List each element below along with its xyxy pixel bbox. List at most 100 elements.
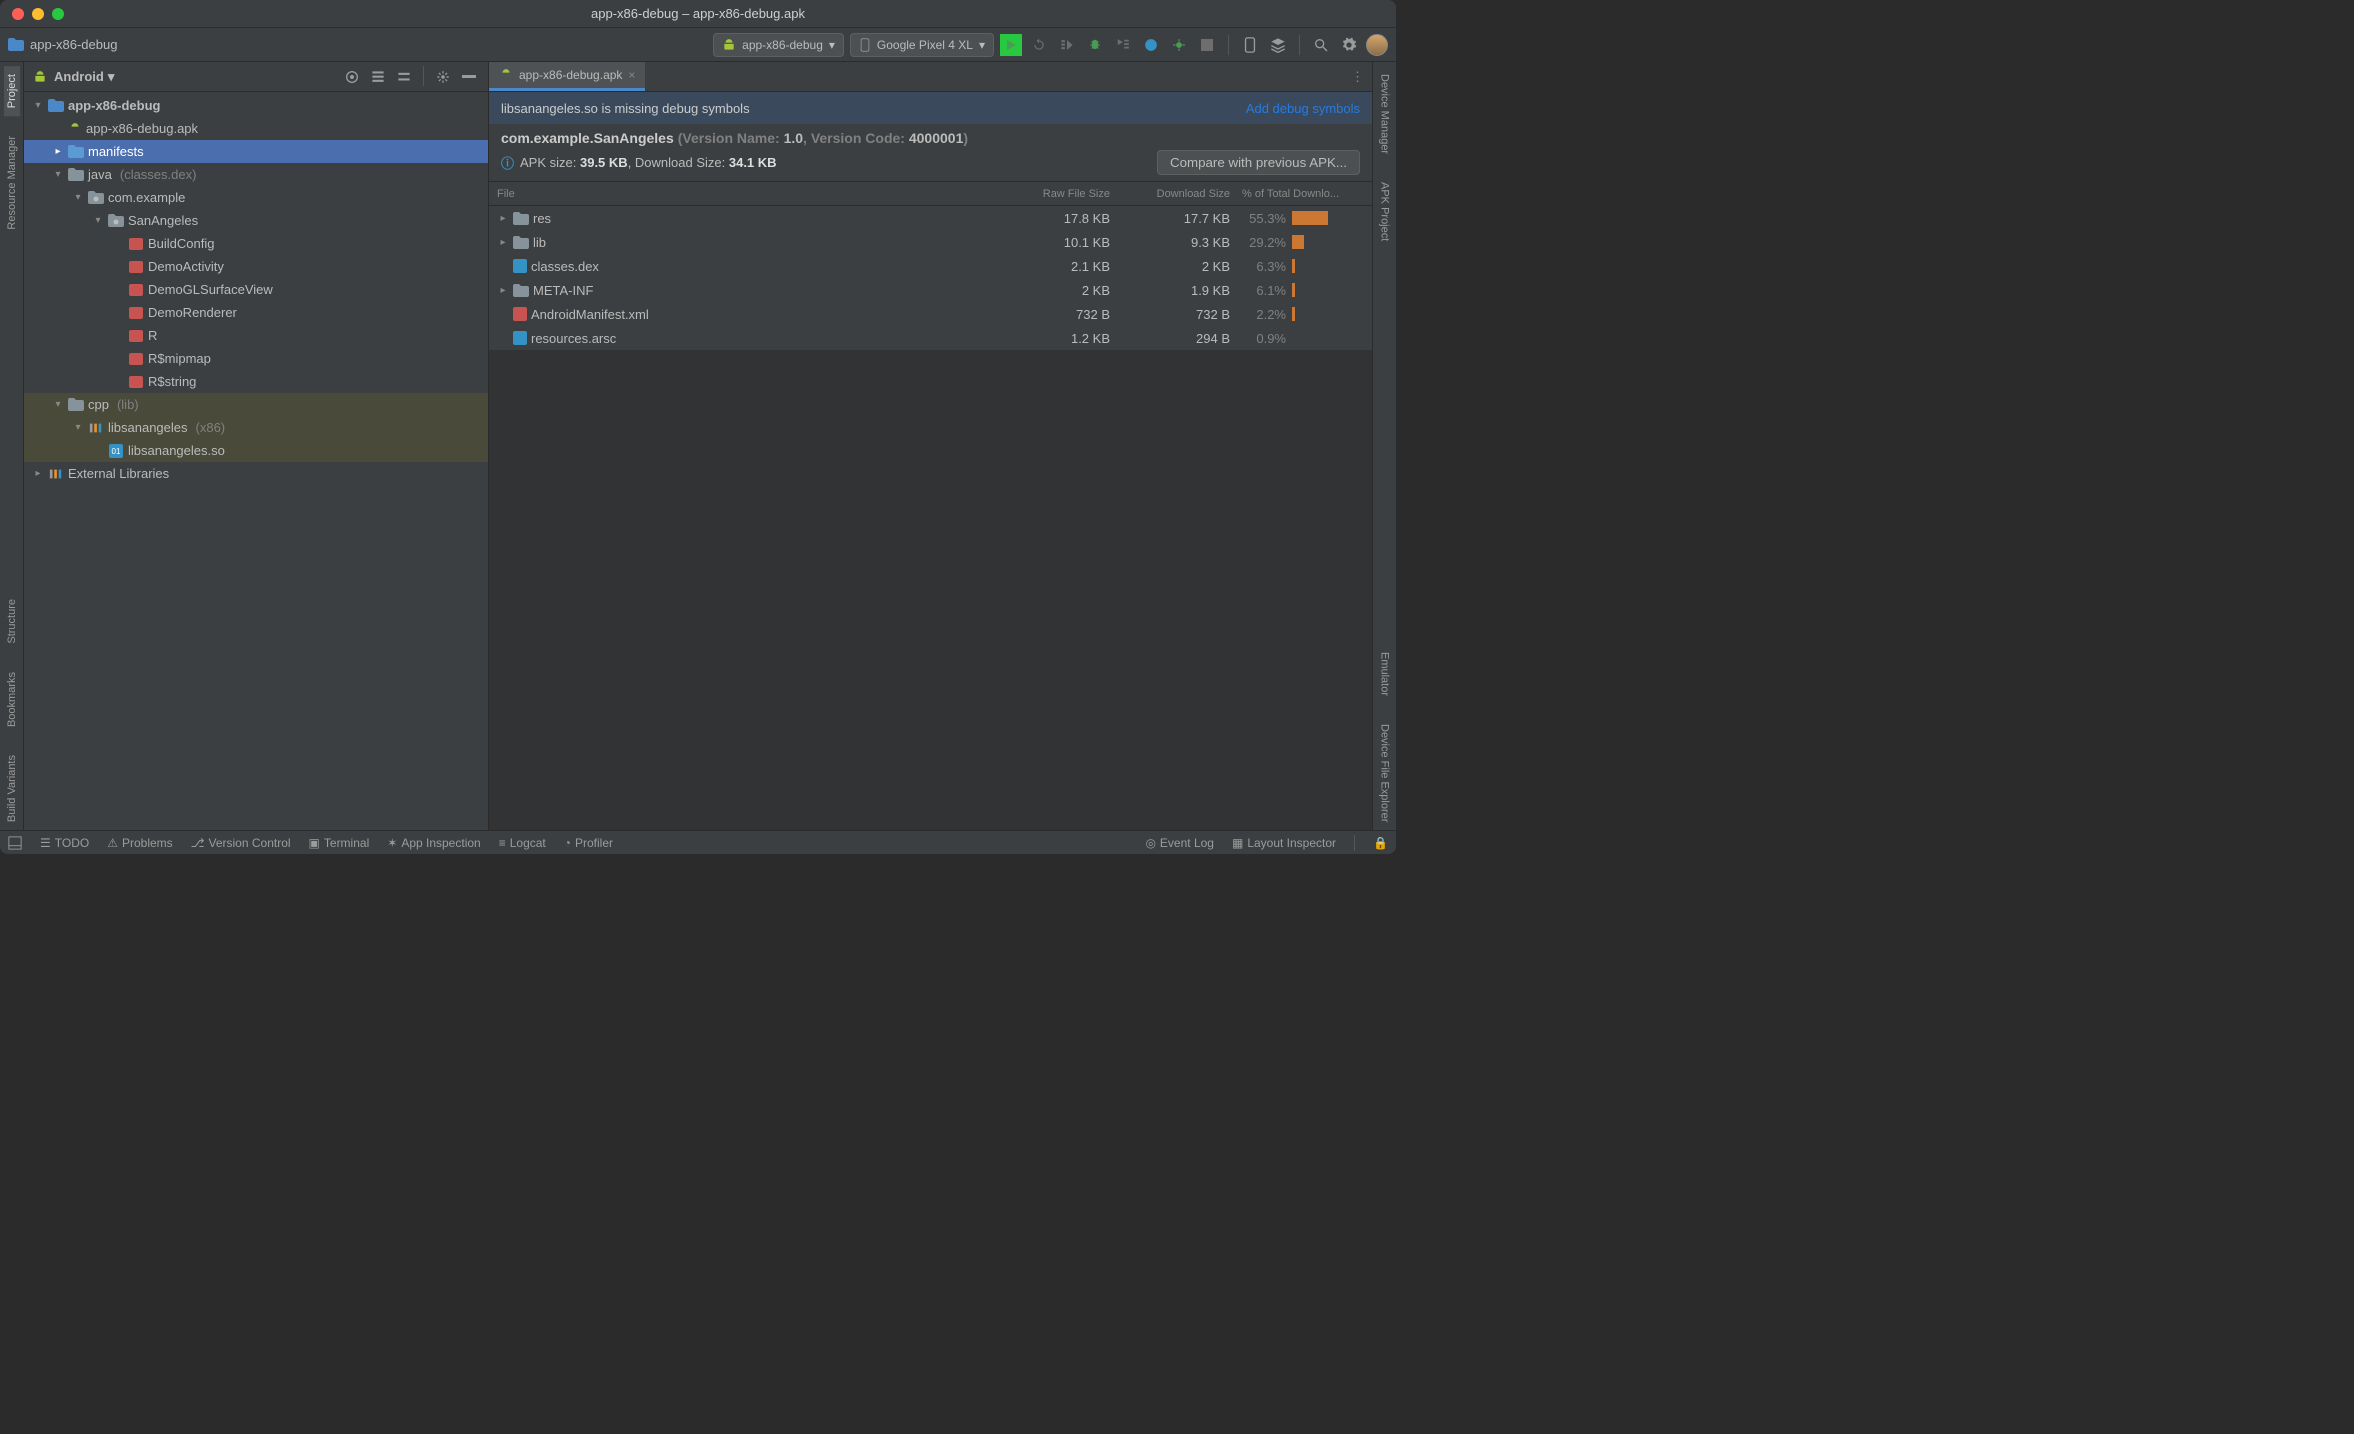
editor-tab[interactable]: app-x86-debug.apk × bbox=[489, 62, 645, 91]
status-profiler[interactable]: ◔ Profiler bbox=[564, 836, 613, 850]
analyzer-row[interactable]: AndroidManifest.xml732 B732 B2.2% bbox=[489, 302, 1372, 326]
device-combo[interactable]: Google Pixel 4 XL ▾ bbox=[850, 33, 994, 57]
tree-note: (classes.dex) bbox=[120, 167, 197, 182]
breadcrumb[interactable]: app-x86-debug bbox=[30, 37, 117, 52]
analyzer-row[interactable]: ▸res17.8 KB17.7 KB55.3% bbox=[489, 206, 1372, 230]
avd-manager-button[interactable] bbox=[1239, 34, 1261, 56]
run-button[interactable] bbox=[1000, 34, 1022, 56]
stop-button[interactable] bbox=[1196, 34, 1218, 56]
close-tab-button[interactable]: × bbox=[628, 68, 635, 82]
sidebar-item-build-variants[interactable]: Build Variants bbox=[4, 747, 20, 830]
add-debug-symbols-link[interactable]: Add debug symbols bbox=[1246, 101, 1360, 116]
tree-cpp[interactable]: ▾cpp(lib) bbox=[24, 393, 488, 416]
sidebar-item-structure[interactable]: Structure bbox=[4, 591, 20, 652]
run-config-combo[interactable]: app-x86-debug ▾ bbox=[713, 33, 844, 57]
status-logcat[interactable]: ≡ Logcat bbox=[499, 836, 546, 850]
collapse-all-button[interactable] bbox=[393, 66, 415, 88]
status-version-control[interactable]: ⎇ Version Control bbox=[191, 836, 291, 850]
package-icon bbox=[108, 214, 124, 227]
status-todo[interactable]: ☰ TODO bbox=[40, 836, 89, 850]
sidebar-item-apk-project[interactable]: APK Project bbox=[1377, 174, 1393, 249]
close-window-button[interactable] bbox=[12, 8, 24, 20]
size-info: APK size: 39.5 KB, Download Size: 34.1 K… bbox=[520, 155, 777, 170]
sdk-manager-button[interactable] bbox=[1267, 34, 1289, 56]
panel-settings-button[interactable] bbox=[432, 66, 454, 88]
col-pct-header[interactable]: % of Total Downlo... bbox=[1242, 188, 1372, 200]
class-icon bbox=[128, 328, 144, 344]
analyzer-row[interactable]: ▸lib10.1 KB9.3 KB29.2% bbox=[489, 230, 1372, 254]
info-icon: ⓘ bbox=[501, 153, 514, 172]
analyzer-row[interactable]: resources.arsc1.2 KB294 B0.9% bbox=[489, 326, 1372, 350]
minimize-window-button[interactable] bbox=[32, 8, 44, 20]
debug-button[interactable] bbox=[1084, 34, 1106, 56]
tree-class[interactable]: R$string bbox=[24, 370, 488, 393]
tree-label: app-x86-debug.apk bbox=[86, 121, 198, 136]
tree-label: R bbox=[148, 328, 157, 343]
col-file-header[interactable]: File bbox=[489, 188, 992, 200]
col-dl-header[interactable]: Download Size bbox=[1122, 188, 1242, 200]
sidebar-item-bookmarks[interactable]: Bookmarks bbox=[4, 664, 20, 735]
tree-package[interactable]: ▾com.example bbox=[24, 186, 488, 209]
tree-libfile[interactable]: 01libsanangeles.so bbox=[24, 439, 488, 462]
editor-tabbar: app-x86-debug.apk × ⋮ bbox=[489, 62, 1372, 92]
tab-options-button[interactable]: ⋮ bbox=[1351, 69, 1372, 85]
expand-all-button[interactable] bbox=[367, 66, 389, 88]
class-icon bbox=[128, 259, 144, 275]
tree-class[interactable]: DemoActivity bbox=[24, 255, 488, 278]
settings-button[interactable] bbox=[1338, 34, 1360, 56]
tree-label: libsanangeles bbox=[108, 420, 188, 435]
tree-root[interactable]: ▾app-x86-debug bbox=[24, 94, 488, 117]
sidebar-item-resource-manager[interactable]: Resource Manager bbox=[4, 128, 20, 238]
project-view-combo[interactable]: Android ▾ bbox=[54, 69, 114, 85]
attach-debugger-button[interactable] bbox=[1168, 34, 1190, 56]
sidebar-item-device-file-explorer[interactable]: Device File Explorer bbox=[1377, 716, 1393, 830]
run-config-label: app-x86-debug bbox=[742, 38, 823, 52]
tree-package[interactable]: ▾SanAngeles bbox=[24, 209, 488, 232]
rerun-button[interactable] bbox=[1028, 34, 1050, 56]
apply-changes-button[interactable] bbox=[1056, 34, 1078, 56]
status-app-inspection[interactable]: ✶ App Inspection bbox=[387, 836, 480, 850]
tree-external-libraries[interactable]: ▸External Libraries bbox=[24, 462, 488, 485]
tree-label: manifests bbox=[88, 144, 144, 159]
profile-button[interactable] bbox=[1140, 34, 1162, 56]
status-layout-inspector[interactable]: ▦ Layout Inspector bbox=[1232, 836, 1336, 850]
class-icon bbox=[128, 282, 144, 298]
analyzer-header: File Raw File Size Download Size % of To… bbox=[489, 182, 1372, 206]
project-tree[interactable]: ▾app-x86-debug app-x86-debug.apk ▸manife… bbox=[24, 92, 488, 830]
tree-class[interactable]: R bbox=[24, 324, 488, 347]
status-lock-icon[interactable]: 🔒 bbox=[1373, 836, 1388, 850]
tree-label: External Libraries bbox=[68, 466, 169, 481]
sidebar-item-device-manager[interactable]: Device Manager bbox=[1377, 66, 1393, 162]
binary-icon: 01 bbox=[108, 443, 124, 459]
analyzer-row[interactable]: ▸META-INF2 KB1.9 KB6.1% bbox=[489, 278, 1372, 302]
tree-apk-file[interactable]: app-x86-debug.apk bbox=[24, 117, 488, 140]
tree-java[interactable]: ▾java(classes.dex) bbox=[24, 163, 488, 186]
device-label: Google Pixel 4 XL bbox=[877, 38, 973, 52]
analyzer-row[interactable]: classes.dex2.1 KB2 KB6.3% bbox=[489, 254, 1372, 278]
status-problems[interactable]: ⚠ Problems bbox=[107, 836, 172, 850]
tree-class[interactable]: R$mipmap bbox=[24, 347, 488, 370]
coverage-button[interactable] bbox=[1112, 34, 1134, 56]
col-raw-header[interactable]: Raw File Size bbox=[992, 188, 1122, 200]
compare-apk-button[interactable]: Compare with previous APK... bbox=[1157, 150, 1360, 175]
sidebar-item-emulator[interactable]: Emulator bbox=[1377, 644, 1393, 704]
class-icon bbox=[128, 351, 144, 367]
status-terminal[interactable]: ▣ Terminal bbox=[309, 836, 370, 850]
sidebar-item-project[interactable]: Project bbox=[4, 66, 20, 116]
tree-class[interactable]: DemoGLSurfaceView bbox=[24, 278, 488, 301]
tree-libdir[interactable]: ▾libsanangeles(x86) bbox=[24, 416, 488, 439]
window-title: app-x86-debug – app-x86-debug.apk bbox=[591, 6, 805, 21]
hide-panel-button[interactable] bbox=[458, 66, 480, 88]
tree-label: SanAngeles bbox=[128, 213, 198, 228]
tree-class[interactable]: BuildConfig bbox=[24, 232, 488, 255]
tree-class[interactable]: DemoRenderer bbox=[24, 301, 488, 324]
user-avatar[interactable] bbox=[1366, 34, 1388, 56]
class-icon bbox=[128, 374, 144, 390]
main-toolbar: app-x86-debug app-x86-debug ▾ Google Pix… bbox=[0, 28, 1396, 62]
maximize-window-button[interactable] bbox=[52, 8, 64, 20]
select-opened-file-button[interactable] bbox=[341, 66, 363, 88]
status-event-log[interactable]: ◎ Event Log bbox=[1145, 836, 1214, 850]
toolwindow-button[interactable] bbox=[8, 836, 22, 850]
search-button[interactable] bbox=[1310, 34, 1332, 56]
tree-manifests[interactable]: ▸manifests bbox=[24, 140, 488, 163]
